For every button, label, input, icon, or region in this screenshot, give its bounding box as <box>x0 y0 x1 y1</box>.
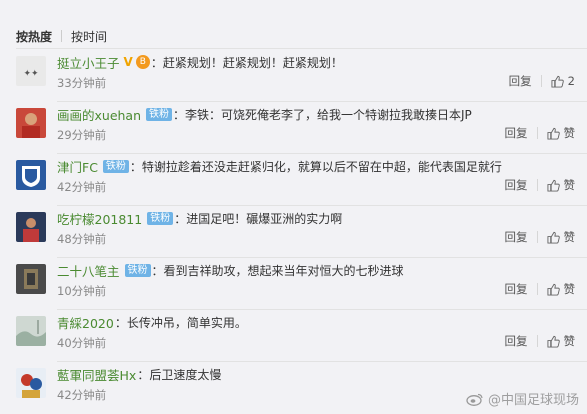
comment-time: 42分钟前 <box>57 180 107 194</box>
comment-panel: 按热度 按时间 ✦✦ 挺立小王子 V B ：赶紧规划！赶紧规划！赶紧规划！ 33… <box>0 0 587 414</box>
thumbs-up-icon <box>546 127 560 140</box>
tab-sort-by-time[interactable]: 按时间 <box>71 28 107 45</box>
comment-time: 48分钟前 <box>57 232 107 246</box>
username[interactable]: 挺立小王子 <box>57 53 120 72</box>
username[interactable]: 青綵2020 <box>57 313 114 332</box>
like-button[interactable]: 赞 <box>546 281 576 297</box>
reply-button[interactable]: 回复 <box>505 281 528 297</box>
comment-item: 津门FC 铁粉 ：特谢拉趁着还没走赶紧归化，就算以后不留在中超，能代表国足就行 … <box>0 154 587 206</box>
fan-badge: 铁粉 <box>124 263 151 277</box>
comment-text: ：后卫速度太慢 <box>137 367 222 382</box>
reply-button[interactable]: 回复 <box>505 333 528 349</box>
comment-text: ：进国足吧！碾爆亚洲的实力啊 <box>174 211 343 226</box>
avatar[interactable]: ✦✦ <box>16 56 46 86</box>
comment-time: 33分钟前 <box>57 76 107 90</box>
reply-button[interactable]: 回复 <box>509 73 532 89</box>
action-separator <box>536 335 538 347</box>
tab-separator <box>61 30 63 42</box>
comment-text: ：看到吉祥助攻，想起来当年对恒大的七秒进球 <box>151 263 404 278</box>
like-button[interactable]: 赞 <box>546 229 576 245</box>
comment-text: ：李铁：可饶死俺老李了，给我一个特谢拉我敢揍日本JP <box>173 107 472 122</box>
thumbs-up-icon <box>546 283 560 296</box>
action-separator <box>536 231 538 243</box>
username[interactable]: 津门FC <box>57 157 98 176</box>
medal-icon: B <box>135 55 150 69</box>
tab-sort-by-hot[interactable]: 按热度 <box>16 28 52 45</box>
like-label: 赞 <box>563 230 576 244</box>
avatar[interactable] <box>16 316 46 346</box>
avatar[interactable] <box>16 160 46 190</box>
username[interactable]: 藍軍同盟荟Hx <box>57 365 136 384</box>
comment-item: 画画的xuehan 铁粉 ：李铁：可饶死俺老李了，给我一个特谢拉我敢揍日本JP … <box>0 102 587 154</box>
weibo-logo-icon <box>466 393 483 406</box>
fan-badge: 铁粉 <box>102 159 129 173</box>
like-label: 赞 <box>563 282 576 296</box>
username[interactable]: 画画的xuehan <box>57 105 141 124</box>
reply-button[interactable]: 回复 <box>505 125 528 141</box>
comment-time: 40分钟前 <box>57 336 107 350</box>
like-count: 2 <box>567 74 575 88</box>
comment-item: ✦✦ 挺立小王子 V B ：赶紧规划！赶紧规划！赶紧规划！ 33分钟前 回复 2 <box>0 50 587 102</box>
avatar[interactable] <box>16 212 46 242</box>
reply-button[interactable]: 回复 <box>505 229 528 245</box>
like-button[interactable]: 赞 <box>546 177 576 193</box>
username[interactable]: 二十八笔主 <box>57 261 120 280</box>
comment-time: 29分钟前 <box>57 128 107 142</box>
verified-icon: V <box>123 55 133 69</box>
avatar[interactable] <box>16 368 46 398</box>
sort-tabs: 按热度 按时间 <box>16 27 107 45</box>
action-separator <box>540 75 542 87</box>
comment-text: ：长传冲吊，简单实用。 <box>114 315 247 330</box>
svg-text:✦✦: ✦✦ <box>23 69 39 79</box>
action-separator <box>536 283 538 295</box>
fan-badge: 铁粉 <box>147 211 174 225</box>
tabs-divider <box>16 48 587 49</box>
thumbs-up-icon <box>546 179 560 192</box>
comment-text: ：赶紧规划！赶紧规划！赶紧规划！ <box>150 55 343 70</box>
like-label: 赞 <box>563 334 576 348</box>
comment-item: 青綵2020 ：长传冲吊，简单实用。 40分钟前 回复 赞 <box>0 310 587 362</box>
comment-text: ：特谢拉趁着还没走赶紧归化，就算以后不留在中超，能代表国足就行 <box>129 159 502 174</box>
like-button[interactable]: 赞 <box>546 125 576 141</box>
like-label: 赞 <box>563 126 576 140</box>
avatar[interactable] <box>16 264 46 294</box>
like-label: 赞 <box>563 178 576 192</box>
comment-time: 42分钟前 <box>57 388 107 402</box>
comment-time: 10分钟前 <box>57 284 107 298</box>
avatar[interactable] <box>16 108 46 138</box>
fan-badge: 铁粉 <box>146 107 173 121</box>
comment-item: 吃柠檬201811 铁粉 ：进国足吧！碾爆亚洲的实力啊 48分钟前 回复 赞 <box>0 206 587 258</box>
thumbs-up-icon <box>546 231 560 244</box>
like-button[interactable]: 2 <box>551 74 575 88</box>
like-button[interactable]: 赞 <box>546 333 576 349</box>
action-separator <box>536 179 538 191</box>
thumbs-up-icon <box>551 75 564 88</box>
thumbs-up-icon <box>546 335 560 348</box>
reply-button[interactable]: 回复 <box>505 177 528 193</box>
source-watermark: @中国足球现场 <box>466 389 579 408</box>
comment-item: 二十八笔主 铁粉 ：看到吉祥助攻，想起来当年对恒大的七秒进球 10分钟前 回复 … <box>0 258 587 310</box>
username[interactable]: 吃柠檬201811 <box>57 209 142 228</box>
action-separator <box>536 127 538 139</box>
watermark-text: @中国足球现场 <box>487 393 579 408</box>
